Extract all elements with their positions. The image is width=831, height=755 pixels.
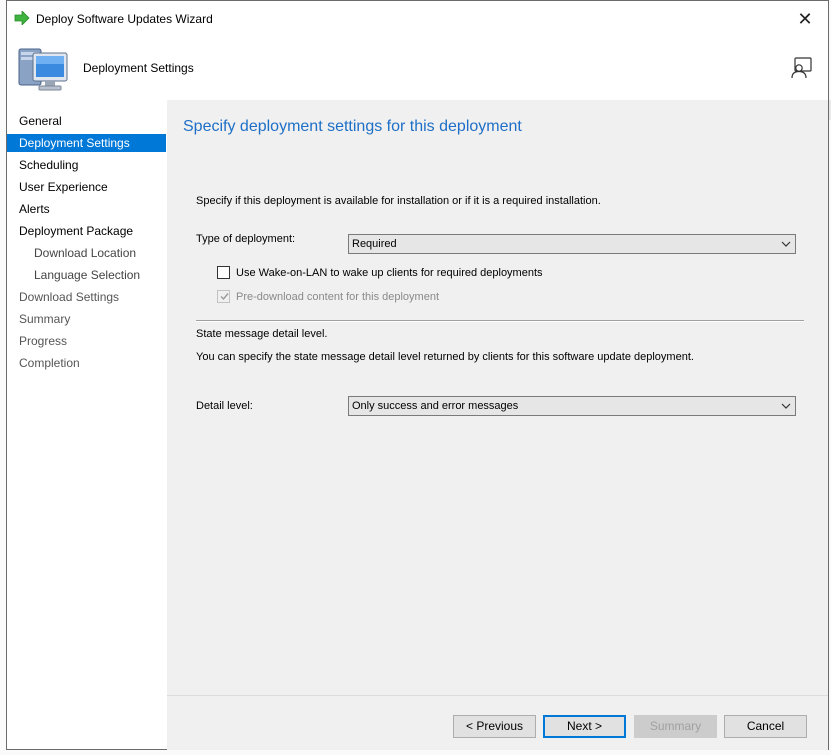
- next-button[interactable]: Next >: [543, 715, 626, 738]
- nav-item-download-location[interactable]: Download Location: [7, 244, 166, 262]
- nav-item-general[interactable]: General: [7, 112, 166, 130]
- header-title: Deployment Settings: [83, 61, 194, 75]
- title-bar: Deploy Software Updates Wizard ✕: [7, 1, 828, 37]
- nav-item-alerts[interactable]: Alerts: [7, 200, 166, 218]
- predownload-checkbox[interactable]: [217, 290, 230, 303]
- nav-item-progress[interactable]: Progress: [7, 332, 166, 350]
- nav-item-completion[interactable]: Completion: [7, 354, 166, 372]
- nav-item-scheduling[interactable]: Scheduling: [7, 156, 166, 174]
- summary-button[interactable]: Summary: [634, 715, 717, 738]
- chevron-down-icon: [781, 241, 791, 247]
- close-button[interactable]: ✕: [782, 1, 828, 37]
- wizard-header: Deployment Settings: [7, 37, 828, 100]
- wizard-nav: General Deployment Settings Scheduling U…: [7, 100, 167, 749]
- predownload-label: Pre-download content for this deployment: [236, 291, 440, 303]
- checkmark-icon: [220, 293, 229, 301]
- page-heading: Specify deployment settings for this dep…: [183, 118, 522, 135]
- help-person-icon[interactable]: [790, 57, 812, 79]
- state-message-description: You can specify the state message detail…: [196, 351, 694, 363]
- nav-item-user-experience[interactable]: User Experience: [7, 178, 166, 196]
- content-panel: Specify deployment settings for this dep…: [167, 100, 828, 695]
- nav-item-deployment-settings[interactable]: Deployment Settings: [7, 134, 166, 152]
- wizard-footer: < Previous Next > Summary Cancel: [167, 695, 828, 750]
- wake-on-lan-checkbox[interactable]: [217, 266, 230, 279]
- wizard-window: Deploy Software Updates Wizard ✕ Deploym…: [6, 0, 829, 750]
- chevron-down-icon: [781, 403, 791, 409]
- type-of-deployment-value: Required: [352, 238, 397, 250]
- nav-item-download-settings[interactable]: Download Settings: [7, 288, 166, 306]
- computer-icon: [18, 48, 68, 91]
- type-of-deployment-label: Type of deployment:: [196, 233, 296, 245]
- close-icon: ✕: [797, 9, 813, 29]
- detail-level-value: Only success and error messages: [352, 400, 519, 412]
- wizard-arrow-icon: [14, 11, 30, 25]
- section-divider: [196, 320, 804, 322]
- nav-item-summary[interactable]: Summary: [7, 310, 166, 328]
- intro-text: Specify if this deployment is available …: [196, 195, 601, 207]
- previous-button[interactable]: < Previous: [453, 715, 536, 738]
- cancel-button[interactable]: Cancel: [724, 715, 807, 738]
- type-of-deployment-select[interactable]: Required: [348, 234, 796, 254]
- window-title: Deploy Software Updates Wizard: [36, 12, 213, 26]
- detail-level-select[interactable]: Only success and error messages: [348, 396, 796, 416]
- nav-item-deployment-package[interactable]: Deployment Package: [7, 222, 166, 240]
- wake-on-lan-label: Use Wake-on-LAN to wake up clients for r…: [236, 267, 543, 279]
- nav-item-language-selection[interactable]: Language Selection: [7, 266, 166, 284]
- state-message-title: State message detail level.: [196, 328, 328, 340]
- detail-level-label: Detail level:: [196, 400, 253, 412]
